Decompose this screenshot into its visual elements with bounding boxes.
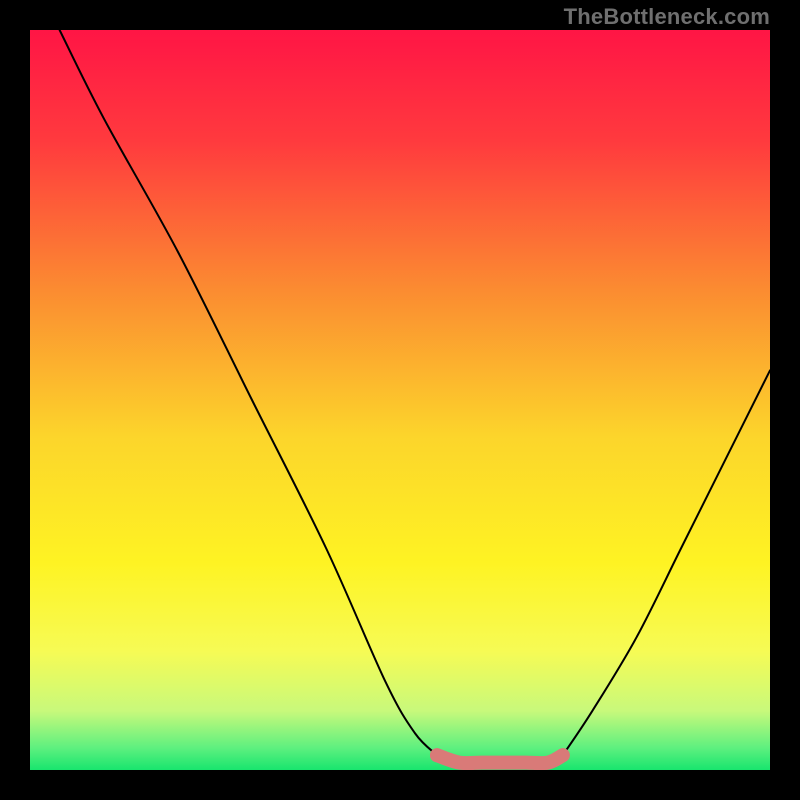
right-curve	[563, 370, 770, 755]
chart-container: TheBottleneck.com	[0, 0, 800, 800]
optimal-band-endpoint-right	[556, 748, 570, 762]
optimal-band-endpoint-left	[430, 748, 444, 762]
plot-area	[30, 30, 770, 770]
optimal-band	[437, 755, 563, 763]
watermark-text: TheBottleneck.com	[564, 4, 770, 30]
chart-lines	[30, 30, 770, 770]
left-curve	[60, 30, 437, 755]
